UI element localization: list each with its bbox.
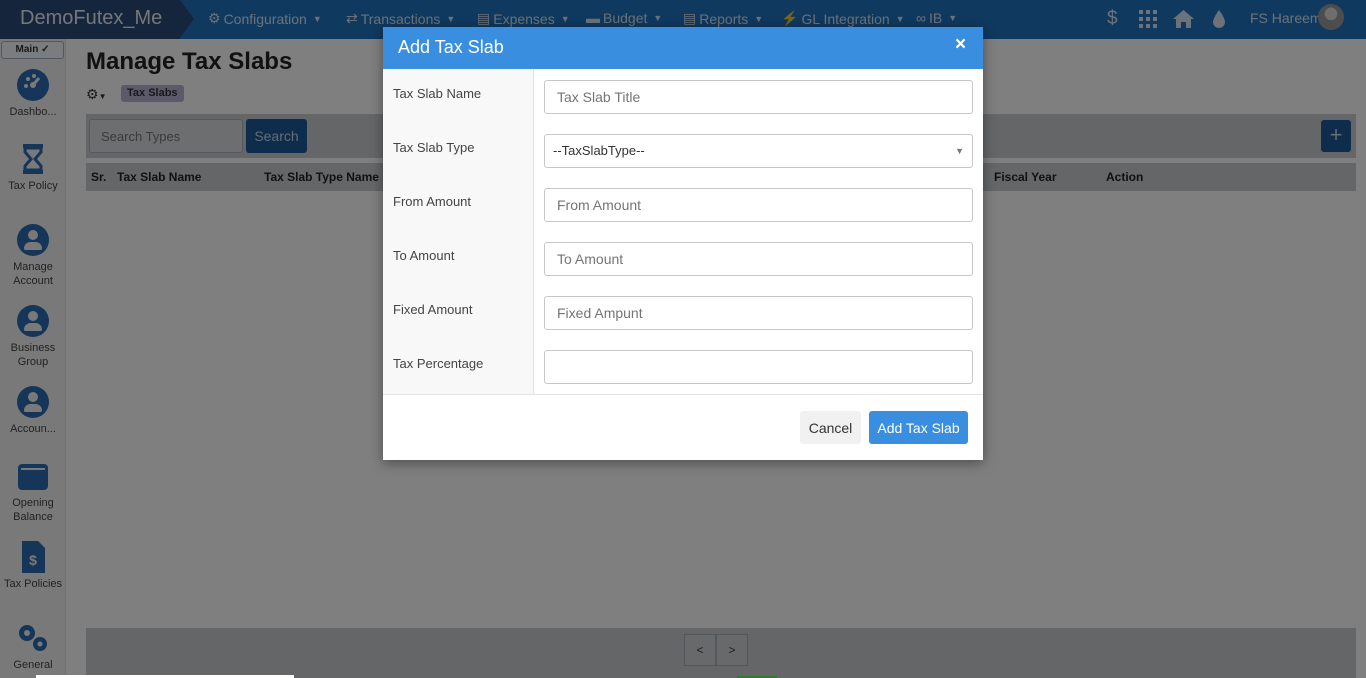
add-tax-slab-submit-button[interactable]: Add Tax Slab bbox=[869, 411, 968, 444]
to-amount-label: To Amount bbox=[393, 248, 455, 263]
tax-slab-type-label: Tax Slab Type bbox=[393, 140, 475, 155]
tax-slab-name-input[interactable] bbox=[544, 80, 973, 114]
fixed-amount-label: Fixed Amount bbox=[393, 302, 473, 317]
from-amount-label: From Amount bbox=[393, 194, 472, 209]
tax-slab-type-select[interactable]: --TaxSlabType-- ▼ bbox=[544, 134, 973, 168]
tax-percentage-label: Tax Percentage bbox=[393, 356, 484, 371]
chevron-down-icon: ▼ bbox=[955, 146, 964, 156]
modal-title: Add Tax Slab bbox=[398, 37, 504, 57]
to-amount-input[interactable] bbox=[544, 242, 973, 276]
tax-percentage-input[interactable] bbox=[544, 350, 973, 384]
close-icon[interactable]: × bbox=[955, 34, 966, 56]
modal-footer-divider bbox=[383, 394, 983, 395]
cancel-button[interactable]: Cancel bbox=[800, 411, 861, 444]
add-tax-slab-modal: Add Tax Slab × Tax Slab Name Tax Slab Ty… bbox=[383, 27, 983, 460]
tax-slab-name-label: Tax Slab Name bbox=[393, 86, 482, 101]
modal-header: Add Tax Slab × bbox=[383, 27, 983, 69]
fixed-amount-input[interactable] bbox=[544, 296, 973, 330]
form-label-column bbox=[383, 69, 534, 394]
from-amount-input[interactable] bbox=[544, 188, 973, 222]
tax-slab-type-value: --TaxSlabType-- bbox=[553, 143, 645, 158]
